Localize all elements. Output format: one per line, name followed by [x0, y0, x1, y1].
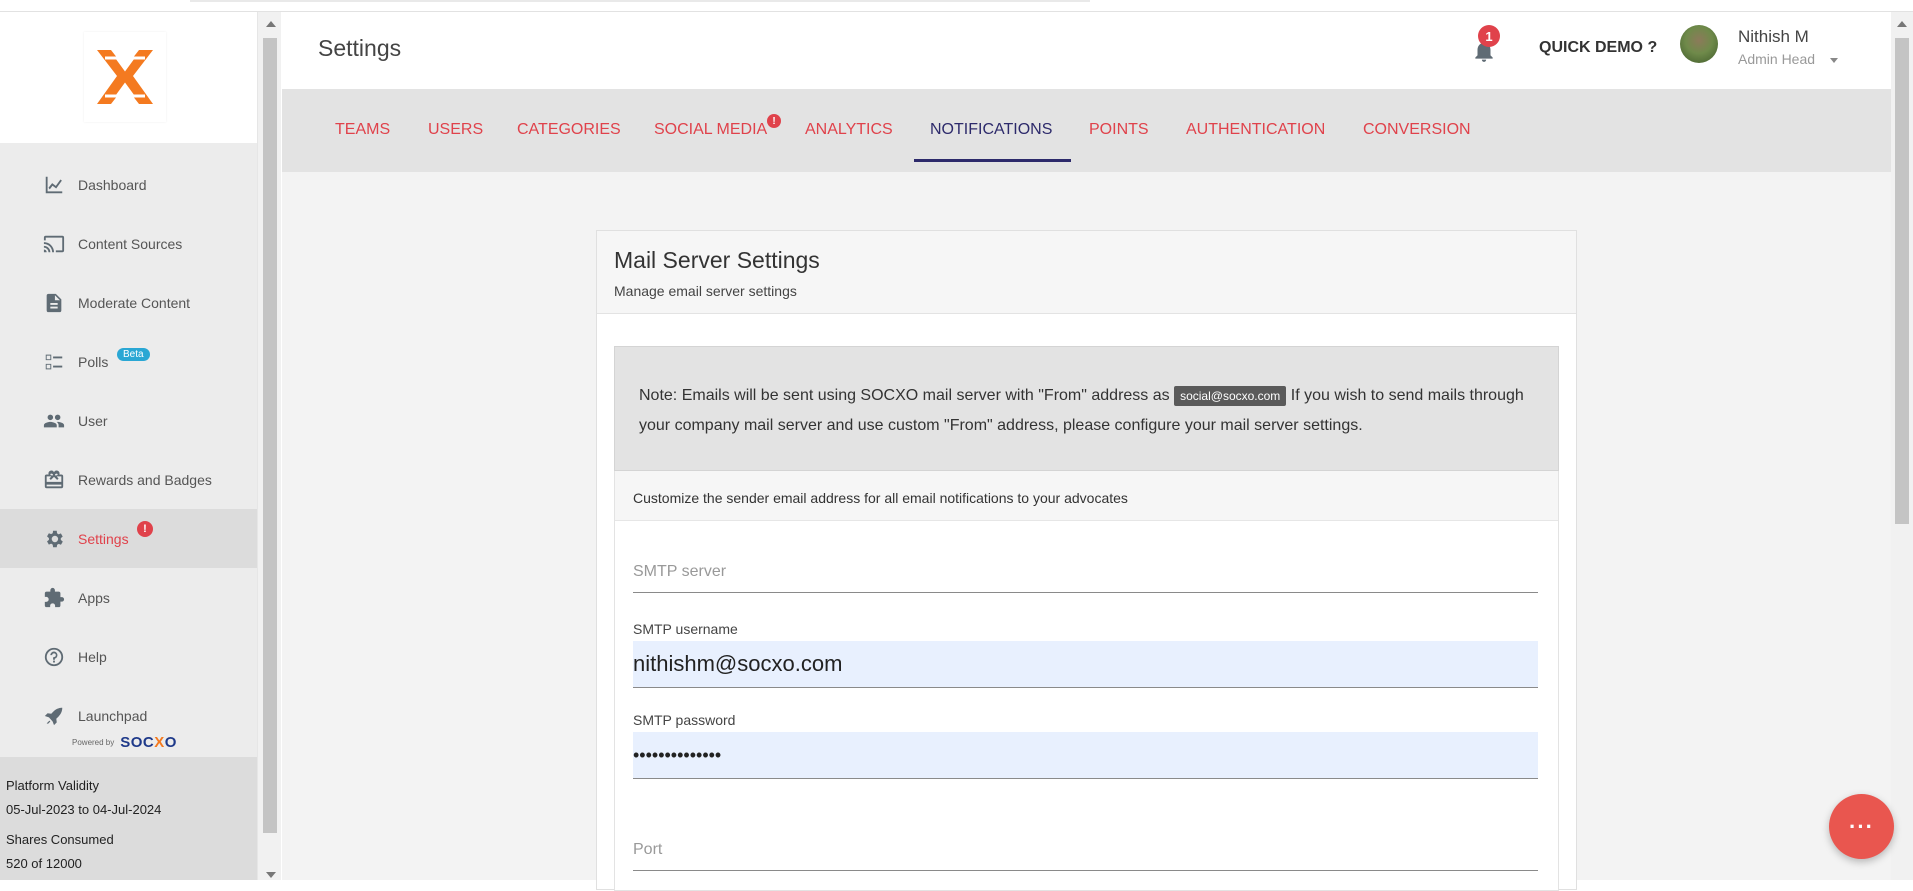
scrollbar-thumb[interactable] [263, 38, 277, 833]
tab-authentication[interactable]: AUTHENTICATION [1186, 121, 1325, 139]
tab-teams[interactable]: TEAMS [335, 121, 390, 139]
main-content: Mail Server Settings Manage email server… [282, 172, 1891, 891]
smtp-username-field: SMTP username [633, 621, 1538, 688]
more-options-fab[interactable]: ··· [1829, 794, 1894, 859]
top-header: Settings 1 QUICK DEMO ? Nithish M Admin … [282, 12, 1891, 89]
mail-server-settings-card: Mail Server Settings Manage email server… [596, 230, 1577, 891]
shares-label: Shares Consumed [6, 832, 114, 847]
port-field [633, 823, 1538, 871]
social-media-alert-icon: ! [767, 114, 781, 128]
smtp-password-field: SMTP password [633, 712, 1538, 779]
tab-points[interactable]: POINTS [1089, 121, 1149, 139]
sidebar-item-label: Launchpad [78, 707, 148, 724]
mail-server-note: Note: Emails will be sent using SOCXO ma… [614, 346, 1559, 471]
smtp-server-input[interactable] [633, 545, 1538, 593]
validity-value: 05-Jul-2023 to 04-Jul-2024 [6, 802, 162, 817]
sidebar-item-polls[interactable]: Polls Beta [0, 332, 257, 391]
quick-demo-link[interactable]: QUICK DEMO ? [1539, 39, 1657, 57]
user-role[interactable]: Admin Head [1738, 51, 1815, 67]
sidebar-item-label: User [78, 412, 108, 429]
card-header: Mail Server Settings Manage email server… [597, 231, 1576, 314]
app-logo[interactable] [84, 32, 166, 122]
socxo-brand-logo: SOCXO [120, 734, 177, 751]
note-text-before: Note: Emails will be sent using SOCXO ma… [639, 387, 1170, 404]
document-icon [42, 291, 66, 315]
sidebar: Dashboard Content Sources Moderate Conte… [0, 12, 257, 880]
logo-area [0, 12, 257, 143]
gift-card-icon [42, 468, 66, 492]
card-title: Mail Server Settings [614, 247, 820, 273]
chart-line-icon [42, 173, 66, 197]
sidebar-nav: Dashboard Content Sources Moderate Conte… [0, 155, 257, 745]
scrollbar-thumb[interactable] [1895, 38, 1909, 524]
sidebar-scrollbar[interactable] [257, 12, 281, 880]
sidebar-item-label: Help [78, 648, 107, 665]
powered-by-text: Powered by [72, 738, 115, 747]
validity-label: Platform Validity [6, 778, 99, 793]
sender-settings-panel: Customize the sender email address for a… [614, 471, 1559, 891]
page-title: Settings [318, 35, 402, 61]
platform-validity-panel: Platform Validity 05-Jul-2023 to 04-Jul-… [0, 757, 257, 880]
sidebar-item-dashboard[interactable]: Dashboard [0, 155, 257, 214]
shares-value: 520 of 12000 [6, 856, 82, 871]
scroll-down-arrow-icon[interactable] [266, 872, 276, 878]
sidebar-item-label: Moderate Content [78, 294, 191, 311]
puzzle-icon [42, 586, 66, 610]
settings-alert-icon: ! [137, 521, 153, 537]
active-tab-indicator [914, 159, 1071, 162]
powered-by: Powered by SOCXO [72, 734, 177, 751]
sidebar-item-user[interactable]: User [0, 391, 257, 450]
notifications-count-badge: 1 [1478, 25, 1500, 47]
settings-tabs: TEAMS USERS CATEGORIES SOCIAL MEDIA ! AN… [282, 89, 1891, 172]
browser-top-strip [0, 0, 1913, 12]
sidebar-item-label: Content Sources [78, 235, 183, 252]
port-input[interactable] [633, 823, 1538, 871]
sidebar-item-label: Dashboard [78, 176, 147, 193]
sidebar-item-apps[interactable]: Apps [0, 568, 257, 627]
tab-analytics[interactable]: ANALYTICS [805, 121, 893, 139]
sidebar-item-label: Settings [78, 530, 129, 547]
sidebar-item-label: Apps [78, 589, 110, 606]
card-subtitle: Manage email server settings [614, 283, 797, 299]
user-name[interactable]: Nithish M [1738, 27, 1809, 47]
tab-social-media[interactable]: SOCIAL MEDIA [654, 121, 767, 139]
people-icon [42, 409, 66, 433]
help-circle-icon [42, 645, 66, 669]
from-address-chip: social@socxo.com [1174, 386, 1287, 406]
scroll-up-arrow-icon[interactable] [266, 21, 276, 27]
smtp-server-field [633, 545, 1538, 593]
poll-list-icon [42, 350, 66, 374]
tab-conversion[interactable]: CONVERSION [1363, 121, 1471, 139]
sidebar-item-label: Polls [78, 353, 109, 370]
tab-categories[interactable]: CATEGORIES [517, 121, 621, 139]
smtp-username-label: SMTP username [633, 621, 738, 637]
scroll-up-arrow-icon[interactable] [1897, 21, 1907, 27]
sidebar-item-help[interactable]: Help [0, 627, 257, 686]
sidebar-item-content-sources[interactable]: Content Sources [0, 214, 257, 273]
user-avatar[interactable] [1680, 25, 1718, 63]
sidebar-item-settings[interactable]: Settings ! [0, 509, 257, 568]
gear-icon [42, 527, 66, 551]
smtp-username-input[interactable] [633, 641, 1538, 688]
cast-icon [42, 232, 66, 256]
beta-badge: Beta [117, 348, 150, 361]
sender-settings-header: Customize the sender email address for a… [615, 471, 1558, 521]
sidebar-item-rewards-and-badges[interactable]: Rewards and Badges [0, 450, 257, 509]
smtp-password-label: SMTP password [633, 712, 736, 728]
sidebar-item-moderate-content[interactable]: Moderate Content [0, 273, 257, 332]
main-scrollbar[interactable] [1891, 12, 1913, 880]
rocket-icon [42, 704, 66, 728]
tab-notifications[interactable]: NOTIFICATIONS [930, 121, 1052, 139]
chevron-down-icon[interactable] [1830, 58, 1838, 63]
tab-users[interactable]: USERS [428, 121, 483, 139]
sidebar-item-label: Rewards and Badges [78, 471, 212, 488]
smtp-password-input[interactable] [633, 732, 1538, 779]
